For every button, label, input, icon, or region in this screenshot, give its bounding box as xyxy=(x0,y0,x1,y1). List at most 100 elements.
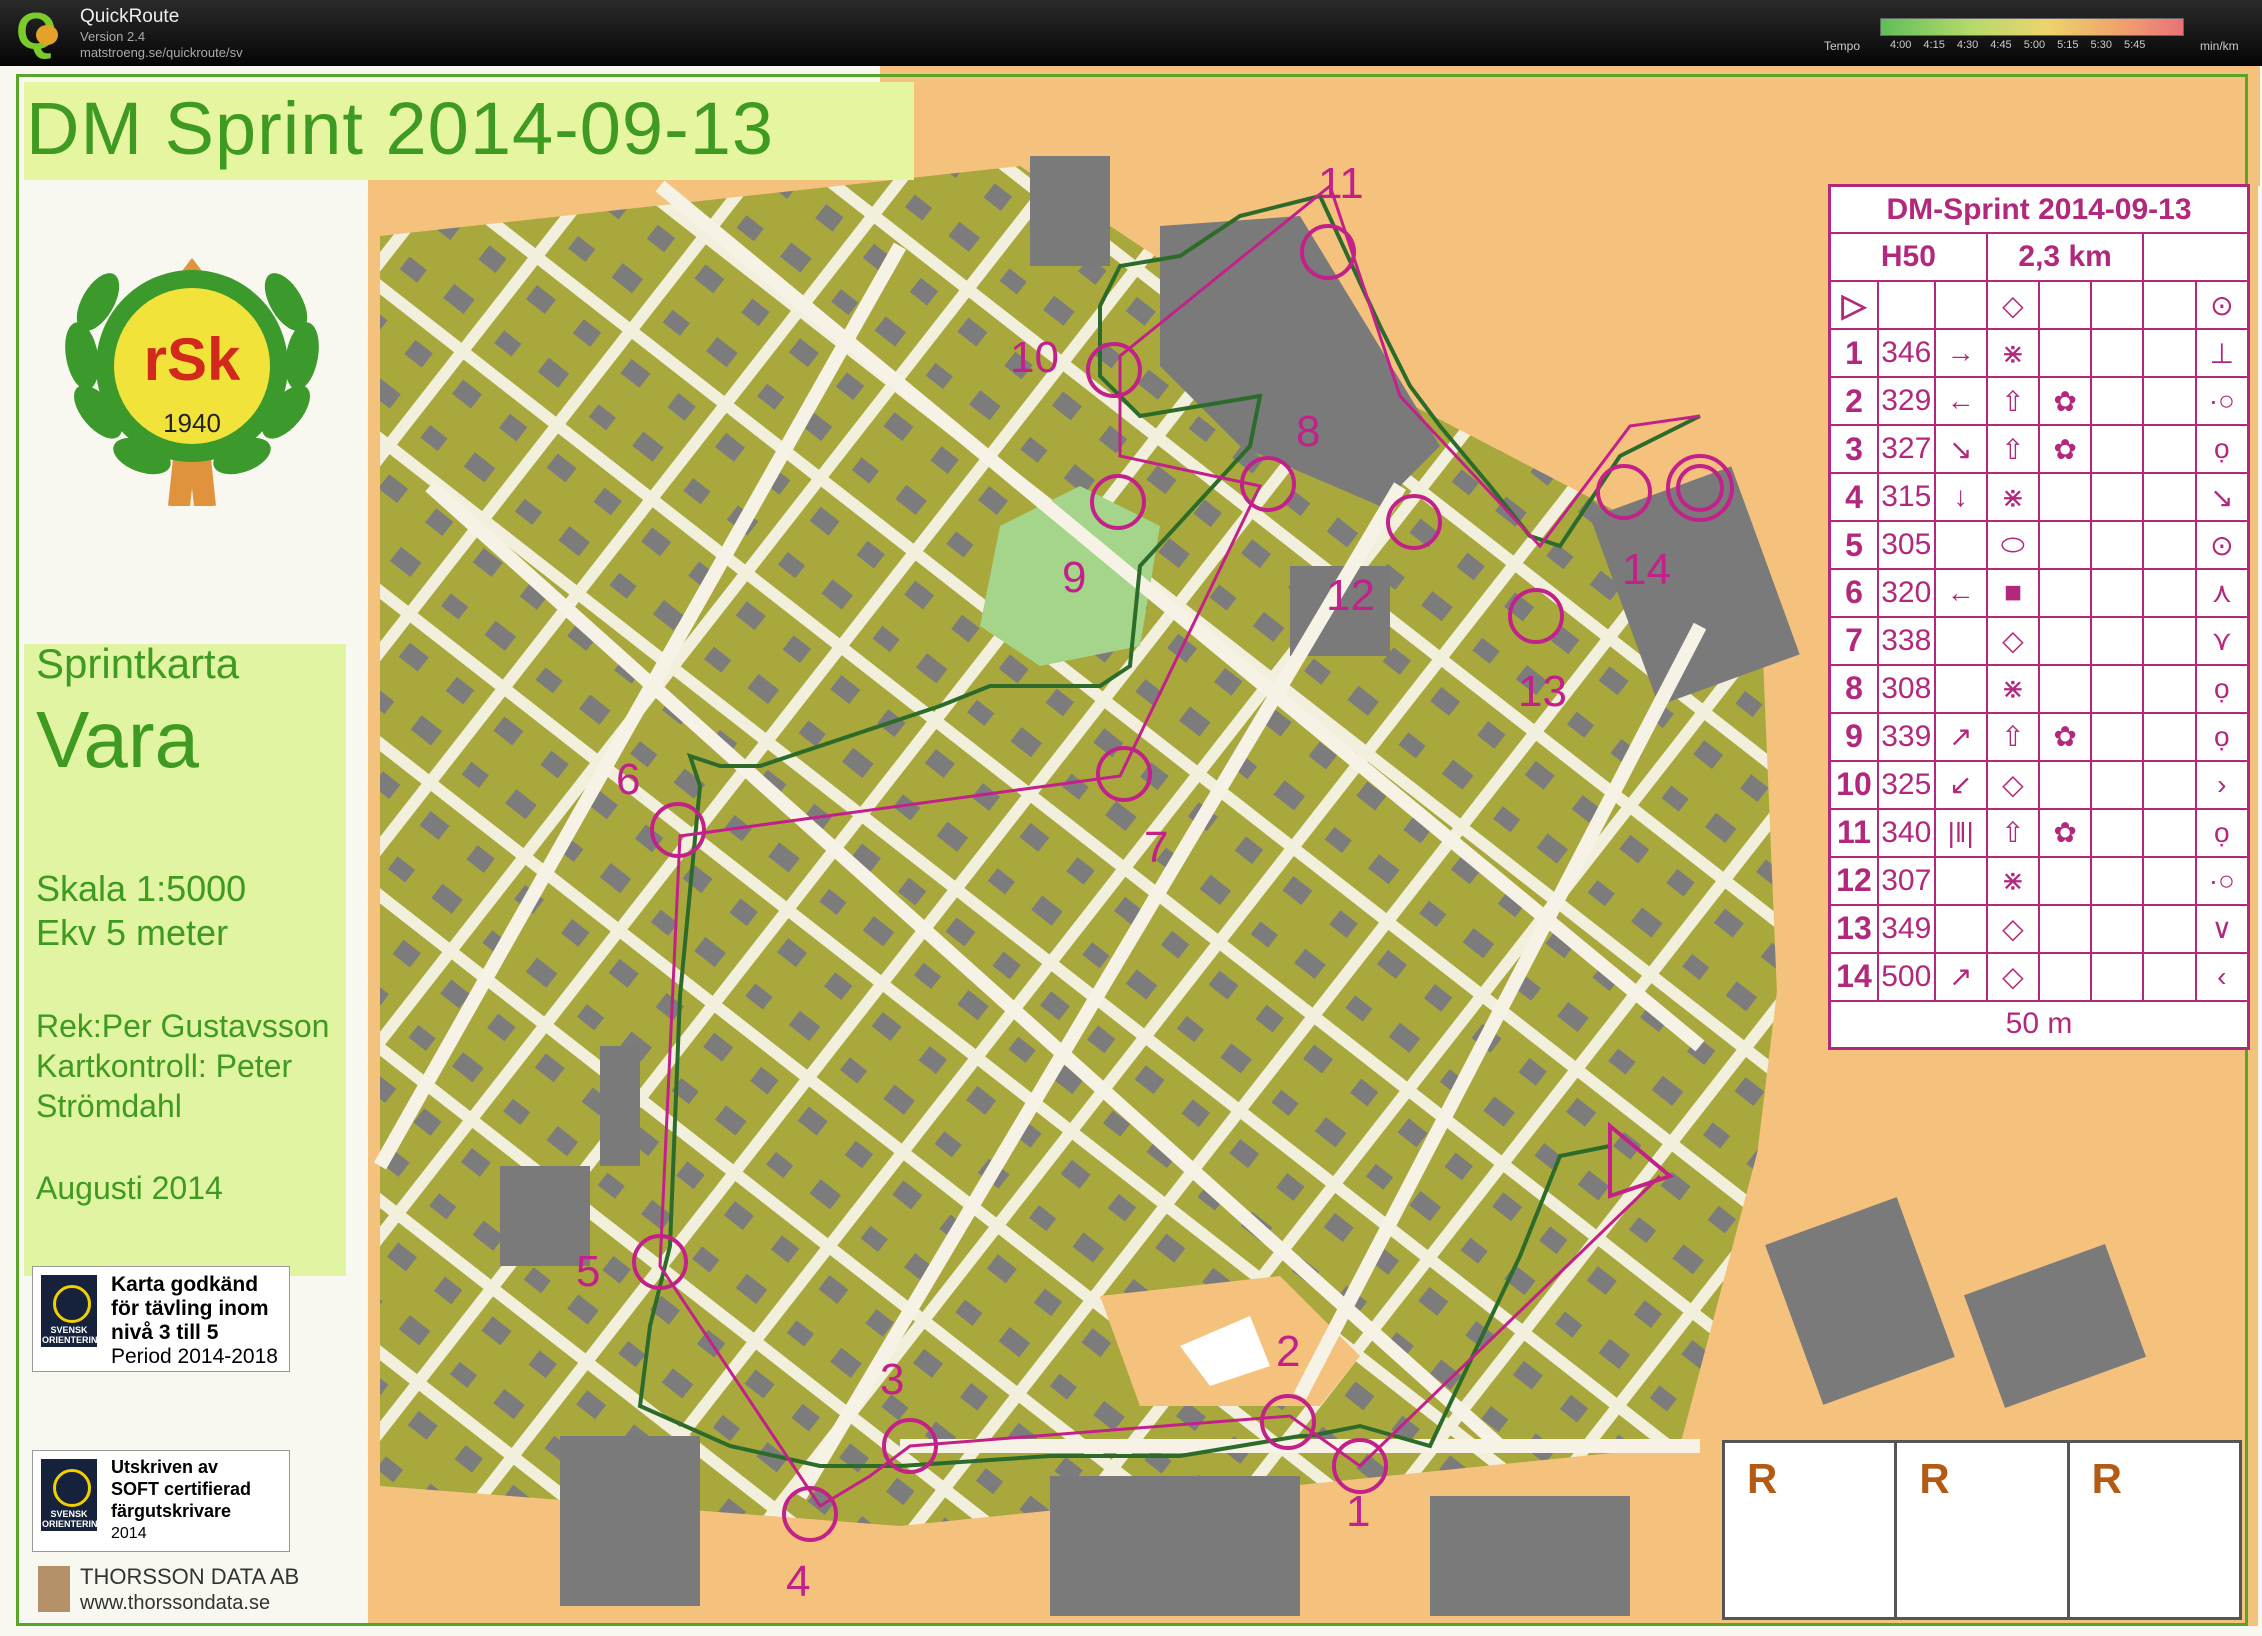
cd-feature: ⇧ xyxy=(1985,711,2041,762)
tempo-label: Tempo xyxy=(1824,39,1861,53)
cd-empty xyxy=(2142,328,2197,379)
cd-control-code: 349 xyxy=(1876,903,1936,954)
quickroute-title-bar: Q QuickRoute Version 2.4 matstroeng.se/q… xyxy=(0,0,2262,66)
printer-name: THORSSON DATA AB xyxy=(80,1564,300,1589)
tempo-unit: min/km xyxy=(2200,39,2239,53)
cd-control-number: 4 xyxy=(1828,472,1879,523)
cd-location: ⋏ xyxy=(2194,568,2250,618)
cd-detail xyxy=(2037,759,2093,810)
cd-feature: ◇ xyxy=(1985,759,2041,810)
map-equidistance: Ekv 5 meter xyxy=(36,912,229,953)
cd-direction: ↗ xyxy=(1933,951,1988,1002)
approval-badge: SVENSK ORIENTERING Karta godkänd för täv… xyxy=(32,1266,290,1372)
cd-row: 7 338 ◇ ⋎ xyxy=(1828,615,2250,666)
cd-control-number: 11 xyxy=(1828,807,1879,858)
cd-control-code: 308 xyxy=(1876,663,1936,714)
cd-location: ∨ xyxy=(2194,903,2250,954)
club-logo-year: 1940 xyxy=(163,408,221,438)
app-url[interactable]: matstroeng.se/quickroute/sv xyxy=(80,45,243,60)
cd-location: ‹ xyxy=(2194,951,2250,1002)
cd-detail: ✿ xyxy=(2037,424,2093,475)
cd-direction xyxy=(1933,903,1988,954)
cd-finish: 50 m xyxy=(1828,999,2250,1050)
cd-control-code: 327 xyxy=(1876,424,1936,475)
map-scale: Skala 1:5000 xyxy=(36,868,247,909)
cd-location: ọ xyxy=(2194,424,2250,475)
tempo-tick: 5:45 xyxy=(2123,39,2146,51)
cd-empty xyxy=(2142,855,2197,906)
cd-control-number: 5 xyxy=(1828,520,1879,571)
cd-direction: ← xyxy=(1933,376,1988,427)
cd-length: 2,3 km xyxy=(1985,232,2145,283)
soft-print-badge: SVENSK ORIENTERING Utskriven av SOFT cer… xyxy=(32,1450,290,1552)
svensk-orientering-seal-icon: SVENSK ORIENTERING xyxy=(41,1459,105,1531)
cd-feature: ⋇ xyxy=(1985,328,2041,379)
split-box: R xyxy=(1725,1443,1898,1617)
tempo-tick: 5:15 xyxy=(2057,39,2079,51)
cd-row: 13 349 ◇ ∨ xyxy=(1828,903,2250,954)
cd-control-code: 346 xyxy=(1876,328,1936,379)
cd-row: 11 340 |‖| ⇧ ✿ ọ xyxy=(1828,807,2250,858)
cd-row: 14 500 ↗ ◇ ‹ xyxy=(1828,951,2250,1002)
badge-line: Utskriven av xyxy=(111,1457,219,1477)
cd-row: 4 315 ↓ ⋇ ↘ xyxy=(1828,472,2250,523)
cd-location: ↘ xyxy=(2194,472,2250,523)
app-version: Version 2.4 xyxy=(80,29,146,44)
cd-control-code: 307 xyxy=(1876,855,1936,906)
cd-dimension xyxy=(2090,520,2145,571)
cd-start-row: ▷ ◇ ⊙ xyxy=(1828,280,2250,331)
cd-feature: ⇧ xyxy=(1985,376,2041,427)
cd-direction: ↘ xyxy=(1933,424,1988,475)
split-box: R xyxy=(1897,1443,2070,1617)
cd-control-code: 315 xyxy=(1876,472,1936,523)
badge-line: Period 2014-2018 xyxy=(111,1345,278,1368)
cd-direction xyxy=(1933,520,1988,571)
cd-feature: ⇧ xyxy=(1985,807,2041,858)
cd-control-number: 9 xyxy=(1828,711,1879,762)
cd-empty xyxy=(2142,520,2197,571)
cd-control-number: 13 xyxy=(1828,903,1879,954)
cd-location: ⊙ xyxy=(2194,520,2250,571)
cd-direction: ↓ xyxy=(1933,472,1988,523)
map-title: DM Sprint 2014-09-13 xyxy=(26,87,775,170)
cd-dimension xyxy=(2090,568,2145,618)
cd-control-code: 325 xyxy=(1876,759,1936,810)
cd-control-number: 10 xyxy=(1828,759,1879,810)
split-box-label: R xyxy=(1747,1455,1778,1502)
cd-dimension xyxy=(2090,328,2145,379)
cd-direction: ↙ xyxy=(1933,759,1988,810)
badge-line: 2014 xyxy=(111,1525,147,1542)
cd-detail xyxy=(2037,855,2093,906)
cd-dimension xyxy=(2090,472,2145,523)
cd-empty xyxy=(2142,472,2197,523)
cd-empty xyxy=(2142,568,2197,618)
cd-symbol: ◇ xyxy=(1985,280,2041,331)
cd-control-code: 338 xyxy=(1876,615,1936,666)
cd-location: › xyxy=(2194,759,2250,810)
badge-line: för tävling inom xyxy=(111,1297,269,1320)
split-boxes: R R R xyxy=(1722,1440,2242,1620)
cd-feature: ■ xyxy=(1985,568,2041,618)
cd-row: 5 305 ⬭ ⊙ xyxy=(1828,520,2250,571)
cd-empty xyxy=(2142,759,2197,810)
cd-feature: ◇ xyxy=(1985,951,2041,1002)
tempo-scale-ticks: 4:00 4:15 4:30 4:45 5:00 5:15 5:30 5:45 xyxy=(1890,39,2190,51)
tempo-tick: 4:15 xyxy=(1923,39,1945,51)
cd-location: ⊥ xyxy=(2194,328,2250,379)
cd-row: 1 346 → ⋇ ⊥ xyxy=(1828,328,2250,379)
cd-empty xyxy=(2142,807,2197,858)
map-check-line-2: Strömdahl xyxy=(36,1088,182,1124)
cd-empty xyxy=(2142,903,2197,954)
cd-row: 6 320 ← ■ ⋏ xyxy=(1828,568,2250,618)
cd-dimension xyxy=(2090,424,2145,475)
quickroute-logo-icon: Q xyxy=(16,5,66,59)
cd-detail: ✿ xyxy=(2037,711,2093,762)
orienteering-map[interactable]: 1 2 3 4 5 6 7 8 9 10 11 12 13 14 DM Spri… xyxy=(0,66,2262,1636)
thorsson-logo-icon xyxy=(38,1566,70,1612)
cd-row: 3 327 ↘ ⇧ ✿ ọ xyxy=(1828,424,2250,475)
cd-row: 12 307 ⋇ ·○ xyxy=(1828,855,2250,906)
cd-detail xyxy=(2037,328,2093,379)
cd-feature: ⬭ xyxy=(1985,520,2041,571)
cd-direction xyxy=(1933,663,1988,714)
map-date: Augusti 2014 xyxy=(36,1170,223,1206)
